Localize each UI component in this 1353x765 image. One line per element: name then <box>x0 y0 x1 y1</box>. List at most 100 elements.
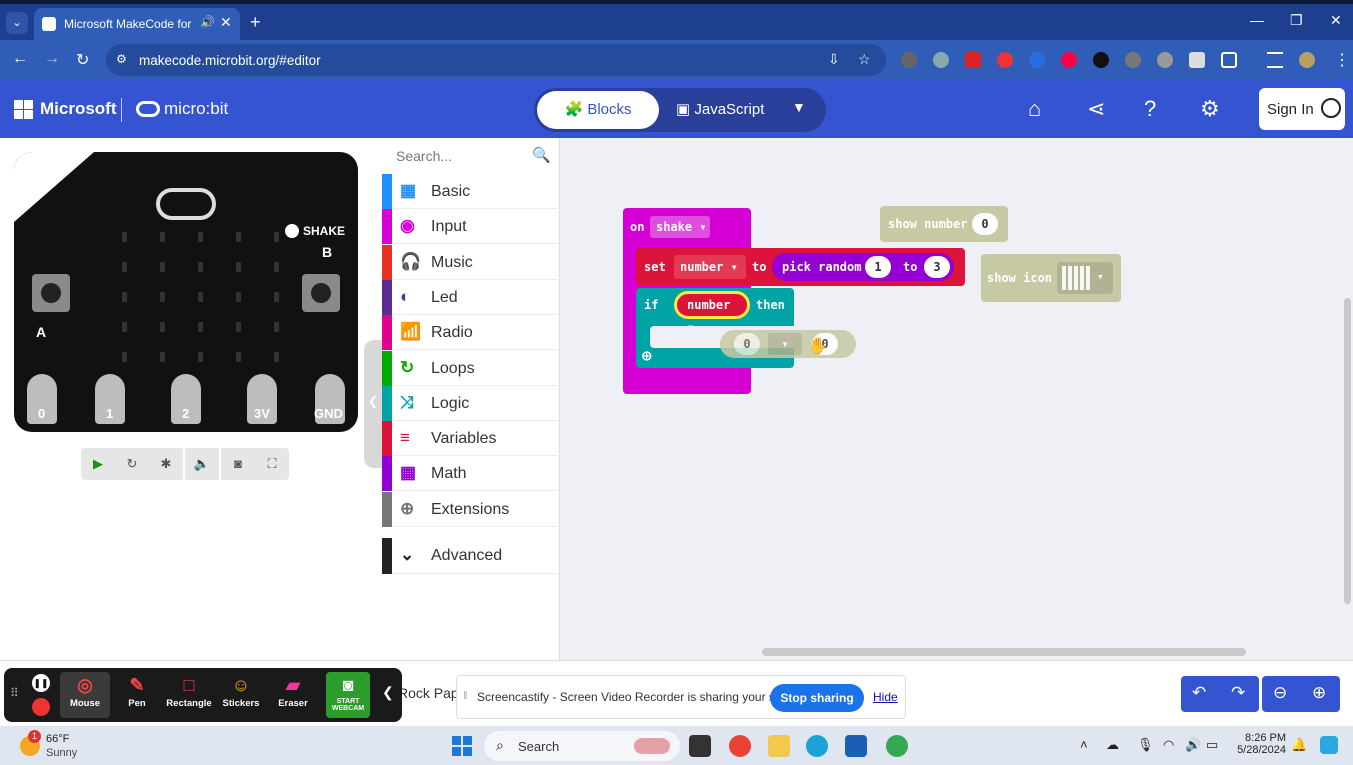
store-icon[interactable] <box>845 735 867 757</box>
collapse-toolbar-icon[interactable]: ❮ <box>382 684 394 701</box>
close-tab-icon[interactable]: ✕ <box>220 14 232 31</box>
extension-music-icon[interactable] <box>1061 52 1077 68</box>
led[interactable] <box>236 232 241 242</box>
led[interactable] <box>236 322 241 332</box>
weather-temperature[interactable]: 66°F <box>46 733 69 745</box>
debug-bug-icon[interactable]: ✱ <box>149 448 183 480</box>
file-explorer-icon[interactable] <box>768 735 790 757</box>
show-icon-block[interactable]: show icon ▾ <box>981 254 1121 302</box>
install-app-icon[interactable]: ⇩ <box>828 51 840 68</box>
restore-button[interactable]: ❐ <box>1290 12 1303 29</box>
forward-arrow-icon[interactable]: → <box>44 50 60 68</box>
collapse-simulator-button[interactable]: ❮ <box>364 340 382 468</box>
stop-sharing-button[interactable]: Stop sharing <box>770 684 864 712</box>
hide-link[interactable]: Hide <box>873 690 898 704</box>
category-advanced[interactable]: ⌄ Advanced <box>382 538 560 574</box>
volume-icon[interactable]: 🔊 <box>1185 737 1201 753</box>
windows-start-icon[interactable] <box>452 736 472 756</box>
led[interactable] <box>160 292 165 302</box>
undo-icon[interactable]: ↶ <box>1192 683 1206 703</box>
browser-tab[interactable]: Microsoft MakeCode for micro:bit 🔊 ✕ <box>34 8 240 40</box>
extension-u-icon[interactable] <box>901 52 917 68</box>
led[interactable] <box>122 232 127 242</box>
category-logic[interactable]: ⤨ Logic <box>382 385 560 421</box>
shake-button-icon[interactable] <box>285 224 299 238</box>
category-variables[interactable]: ≡ Variables <box>382 421 560 457</box>
button-b[interactable] <box>302 274 340 312</box>
onedrive-cloud-icon[interactable]: ☁ <box>1106 737 1119 753</box>
drag-handle-icon[interactable]: ⠿ <box>10 686 19 700</box>
screenshot-button[interactable]: ◙ <box>221 448 255 480</box>
profile-avatar-icon[interactable] <box>1299 52 1315 68</box>
microbit-logo-icon[interactable] <box>136 101 160 117</box>
led[interactable] <box>160 262 165 272</box>
extension-grammarly-icon[interactable] <box>1157 52 1173 68</box>
button-a[interactable] <box>32 274 70 312</box>
notification-bell-icon[interactable]: 🔔 <box>1291 737 1307 753</box>
javascript-tab[interactable]: ▣ JavaScript <box>676 100 764 118</box>
close-window-button[interactable]: ✕ <box>1330 12 1342 29</box>
led[interactable] <box>198 292 203 302</box>
category-radio[interactable]: 📶 Radio <box>382 315 560 351</box>
edge-icon[interactable] <box>806 735 828 757</box>
led[interactable] <box>122 352 127 362</box>
category-led[interactable]: ◐ Led <box>382 279 560 315</box>
gesture-dropdown[interactable]: shake ▾ <box>650 216 710 238</box>
drag-handle-icon[interactable]: ‖ <box>463 690 468 702</box>
led[interactable] <box>236 292 241 302</box>
chrome-profile-icon[interactable] <box>886 735 908 757</box>
help-icon[interactable]: ? <box>1144 96 1156 122</box>
url-field[interactable]: ⚙ makecode.microbit.org/#editor ⇩ ☆ <box>106 44 886 76</box>
microbit-brand[interactable]: micro:bit <box>164 99 228 119</box>
logo-touch-sensor[interactable] <box>156 188 216 220</box>
led[interactable] <box>198 322 203 332</box>
tool-eraser[interactable]: ▰ Eraser <box>268 672 318 718</box>
new-tab-button[interactable]: + <box>250 12 261 33</box>
extensions-puzzle-icon[interactable] <box>1221 52 1237 68</box>
zoom-in-icon[interactable]: ⊕ <box>1312 683 1326 703</box>
reload-icon[interactable]: ↻ <box>76 50 89 70</box>
reading-list-icon[interactable] <box>1267 52 1283 68</box>
icon-dropdown[interactable]: ▾ <box>1057 262 1113 294</box>
category-math[interactable]: ▦ Math <box>382 456 560 492</box>
settings-gear-icon[interactable]: ⚙ <box>1200 96 1220 122</box>
fullscreen-button[interactable]: ⛶ <box>255 448 289 480</box>
variable-dropdown[interactable]: number ▾ <box>674 255 746 279</box>
led[interactable] <box>274 292 279 302</box>
tool-mouse[interactable]: ◎ Mouse <box>60 672 110 718</box>
pause-icon[interactable]: ❚❚ <box>32 674 50 692</box>
chrome-icon[interactable] <box>729 735 751 757</box>
wifi-icon[interactable]: ◠ <box>1163 737 1174 753</box>
led[interactable] <box>122 292 127 302</box>
stop-record-icon[interactable] <box>32 698 50 716</box>
extension-w-icon[interactable] <box>1125 52 1141 68</box>
led[interactable] <box>198 352 203 362</box>
show-number-block[interactable]: show number 0 <box>880 206 1008 242</box>
extension-spotify-icon[interactable] <box>1093 52 1109 68</box>
category-basic[interactable]: ▦ Basic <box>382 174 560 209</box>
show-hidden-icons-icon[interactable]: ˄ <box>1080 737 1088 752</box>
led[interactable] <box>274 232 279 242</box>
restart-button[interactable]: ↻ <box>115 448 149 480</box>
category-input[interactable]: ◉ Input <box>382 209 560 245</box>
mute-sound-button[interactable]: 🔈 <box>185 448 219 480</box>
extension-adblock-icon[interactable] <box>997 52 1013 68</box>
led[interactable] <box>274 322 279 332</box>
zoom-out-icon[interactable]: ⊖ <box>1273 683 1287 703</box>
battery-icon[interactable]: ▭ <box>1206 737 1218 753</box>
workspace-vertical-scrollbar[interactable] <box>1344 298 1351 604</box>
category-loops[interactable]: ↻ Loops <box>382 350 560 386</box>
category-music[interactable]: 🎧 Music <box>382 244 560 280</box>
bookmark-star-icon[interactable]: ☆ <box>858 51 871 68</box>
search-icon[interactable]: 🔍 <box>532 146 551 164</box>
project-name[interactable]: Rock Pap <box>398 685 459 701</box>
tool-pen[interactable]: ✎ Pen <box>112 672 162 718</box>
play-button[interactable]: ▶ <box>81 448 115 480</box>
operator-dropdown[interactable]: ▾ <box>768 333 802 355</box>
compare-left-field[interactable]: 0 <box>734 333 760 355</box>
led[interactable] <box>198 262 203 272</box>
taskbar-search-input[interactable]: ⌕ Search <box>484 731 680 761</box>
extension-doc-icon[interactable] <box>1189 52 1205 68</box>
led[interactable] <box>160 352 165 362</box>
blocks-workspace[interactable]: on shake ▾ set number ▾ to pick random 1… <box>560 138 1353 660</box>
